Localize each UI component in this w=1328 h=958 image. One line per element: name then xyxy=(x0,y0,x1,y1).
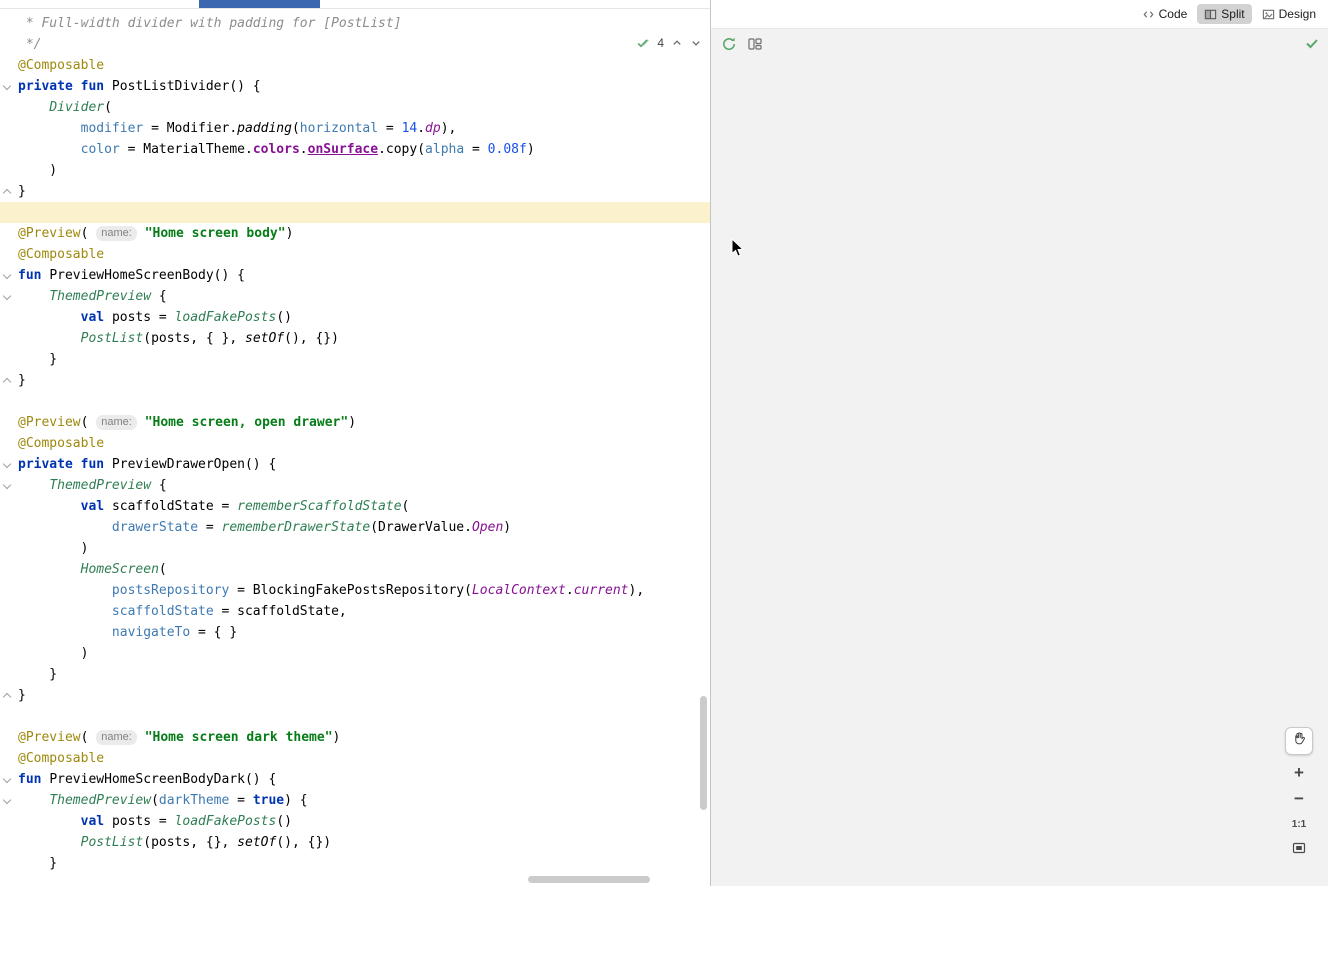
code-line[interactable]: PostList(posts, {}, setOf(), {}) xyxy=(0,832,710,853)
code-line[interactable]: val posts = loadFakePosts() xyxy=(0,811,710,832)
preview-up-to-date-icon xyxy=(1304,35,1320,56)
code-line[interactable]: ) xyxy=(0,160,710,181)
inspections-widget[interactable]: 4 xyxy=(636,36,702,50)
fold-region-icon[interactable] xyxy=(3,691,12,700)
code-line[interactable]: */ xyxy=(0,34,710,55)
code-line[interactable]: modifier = Modifier.padding(horizontal =… xyxy=(0,118,710,139)
mode-code-label: Code xyxy=(1159,7,1188,21)
mode-design-label: Design xyxy=(1279,7,1316,21)
code-line[interactable]: } xyxy=(0,370,710,391)
mode-code-button[interactable]: Code xyxy=(1135,4,1195,24)
code-line[interactable]: * Full-width divider with padding for [P… xyxy=(0,13,710,34)
code-line[interactable]: PostList(posts, { }, setOf(), {}) xyxy=(0,328,710,349)
zoom-out-button[interactable]: − xyxy=(1294,790,1304,807)
fold-region-icon[interactable] xyxy=(3,292,12,301)
zoom-to-fit-icon xyxy=(1292,841,1306,860)
code-line[interactable]: ) xyxy=(0,538,710,559)
code-line[interactable]: fun PreviewHomeScreenBody() { xyxy=(0,265,710,286)
fold-region-icon[interactable] xyxy=(3,796,12,805)
split-icon xyxy=(1204,8,1217,21)
code-line[interactable]: @Composable xyxy=(0,748,710,769)
prev-problem-button[interactable] xyxy=(671,37,683,49)
code-icon xyxy=(1142,8,1155,21)
code-line[interactable]: } xyxy=(0,685,710,706)
pan-button[interactable] xyxy=(1285,727,1313,755)
tab-strip-border xyxy=(0,8,710,9)
code-line[interactable]: @Preview( name: "Home screen, open drawe… xyxy=(0,412,710,433)
code-line[interactable]: ) xyxy=(0,643,710,664)
fold-region-icon[interactable] xyxy=(3,460,12,469)
code-line[interactable]: @Composable xyxy=(0,433,710,454)
code-line[interactable] xyxy=(0,391,710,412)
inspections-ok-icon xyxy=(636,36,650,50)
mode-split-label: Split xyxy=(1221,7,1244,21)
code-line[interactable]: navigateTo = { } xyxy=(0,622,710,643)
code-line[interactable]: scaffoldState = scaffoldState, xyxy=(0,601,710,622)
fold-region-icon[interactable] xyxy=(3,481,12,490)
code-line[interactable]: fun PreviewHomeScreenBodyDark() { xyxy=(0,769,710,790)
code-line[interactable]: drawerState = rememberDrawerState(Drawer… xyxy=(0,517,710,538)
code-line[interactable]: } xyxy=(0,853,710,874)
fold-region-icon[interactable] xyxy=(3,187,12,196)
mode-design-button[interactable]: Design xyxy=(1255,4,1323,24)
vertical-scrollbar[interactable] xyxy=(700,696,707,810)
code-line[interactable]: ThemedPreview(darkTheme = true) { xyxy=(0,790,710,811)
hand-icon xyxy=(1292,731,1307,751)
code-line[interactable] xyxy=(0,202,710,223)
design-icon xyxy=(1262,8,1275,21)
code-line[interactable]: } xyxy=(0,181,710,202)
code-line[interactable]: @Preview( name: "Home screen body") xyxy=(0,223,710,244)
code-line[interactable]: private fun PreviewDrawerOpen() { xyxy=(0,454,710,475)
code-line[interactable]: ThemedPreview { xyxy=(0,286,710,307)
code-line[interactable]: private fun PostListDivider() { xyxy=(0,76,710,97)
code-line[interactable]: } xyxy=(0,664,710,685)
code-line[interactable]: @Preview( name: "Home screen dark theme"… xyxy=(0,727,710,748)
code-line[interactable]: @Composable xyxy=(0,244,710,265)
next-problem-button[interactable] xyxy=(690,37,702,49)
view-options-button[interactable] xyxy=(747,36,763,52)
fold-region-icon[interactable] xyxy=(3,271,12,280)
code-line[interactable]: val scaffoldState = rememberScaffoldStat… xyxy=(0,496,710,517)
zoom-in-button[interactable]: + xyxy=(1294,764,1304,781)
build-refresh-button[interactable] xyxy=(721,36,737,52)
code-line[interactable]: } xyxy=(0,349,710,370)
fold-region-icon[interactable] xyxy=(3,775,12,784)
inspections-count: 4 xyxy=(657,36,664,50)
code-line[interactable]: Divider( xyxy=(0,97,710,118)
code-editor[interactable]: * Full-width divider with padding for [P… xyxy=(0,0,710,886)
horizontal-scrollbar[interactable] xyxy=(528,876,650,883)
code-line[interactable]: color = MaterialTheme.colors.onSurface.c… xyxy=(0,139,710,160)
zoom-to-fit-button[interactable] xyxy=(1292,842,1306,859)
code-line[interactable] xyxy=(0,706,710,727)
code-lines: * Full-width divider with padding for [P… xyxy=(0,13,710,874)
code-line[interactable]: val posts = loadFakePosts() xyxy=(0,307,710,328)
fold-region-icon[interactable] xyxy=(3,82,12,91)
code-line[interactable]: ThemedPreview { xyxy=(0,475,710,496)
code-line[interactable]: HomeScreen( xyxy=(0,559,710,580)
editor-mode-bar: Code Split Design xyxy=(711,0,1328,29)
mode-split-button[interactable]: Split xyxy=(1197,4,1251,24)
fold-region-icon[interactable] xyxy=(3,376,12,385)
zoom-actual-size-button[interactable]: 1:1 xyxy=(1292,816,1306,833)
compose-preview-pane: Code Split Design Home screen body xyxy=(711,0,1328,886)
zoom-controls: + − 1:1 xyxy=(1284,727,1314,859)
code-line[interactable]: @Composable xyxy=(0,55,710,76)
active-tab-indicator xyxy=(199,0,320,8)
code-line[interactable]: postsRepository = BlockingFakePostsRepos… xyxy=(0,580,710,601)
preview-toolbar xyxy=(711,29,1328,58)
